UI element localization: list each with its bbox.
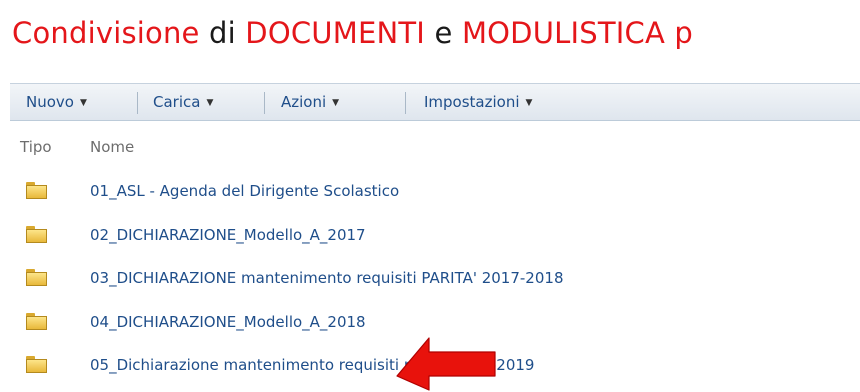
list-item[interactable]: 02_DICHIARAZIONE_Modello_A_2017 bbox=[10, 214, 860, 256]
page-title: Condivisione di DOCUMENTI e MODULISTICA … bbox=[12, 16, 694, 50]
toolbar-divider bbox=[264, 92, 265, 114]
folder-icon bbox=[26, 356, 47, 373]
column-header-tipo[interactable]: Tipo bbox=[20, 133, 52, 161]
library-toolbar: Nuovo ▼ Carica ▼ Azioni ▼ Impostazioni ▼ bbox=[10, 83, 860, 121]
list-item[interactable]: 01_ASL - Agenda del Dirigente Scolastico bbox=[10, 170, 860, 212]
folder-icon bbox=[26, 313, 47, 330]
red-arrow-icon bbox=[396, 337, 496, 391]
chevron-down-icon: ▼ bbox=[79, 98, 87, 108]
chevron-down-icon: ▼ bbox=[525, 98, 533, 108]
toolbar-divider bbox=[137, 92, 138, 114]
folder-link[interactable]: 02_DICHIARAZIONE_Modello_A_2017 bbox=[90, 214, 366, 256]
toolbar-divider bbox=[405, 92, 406, 114]
azioni-menu-button[interactable]: Azioni ▼ bbox=[281, 84, 339, 120]
folder-icon bbox=[26, 269, 47, 286]
impostazioni-menu-button[interactable]: Impostazioni ▼ bbox=[424, 84, 532, 120]
folder-icon bbox=[26, 182, 47, 199]
folder-icon bbox=[26, 226, 47, 243]
column-header-nome[interactable]: Nome bbox=[90, 133, 134, 161]
chevron-down-icon: ▼ bbox=[332, 98, 340, 108]
folder-link[interactable]: 03_DICHIARAZIONE mantenimento requisiti … bbox=[90, 257, 563, 299]
chevron-down-icon: ▼ bbox=[206, 98, 214, 108]
folder-link[interactable]: 01_ASL - Agenda del Dirigente Scolastico bbox=[90, 170, 399, 212]
nuovo-menu-button[interactable]: Nuovo ▼ bbox=[26, 84, 87, 120]
list-item[interactable]: 03_DICHIARAZIONE mantenimento requisiti … bbox=[10, 257, 860, 299]
carica-menu-button[interactable]: Carica ▼ bbox=[153, 84, 213, 120]
folder-link[interactable]: 04_DICHIARAZIONE_Modello_A_2018 bbox=[90, 301, 366, 343]
